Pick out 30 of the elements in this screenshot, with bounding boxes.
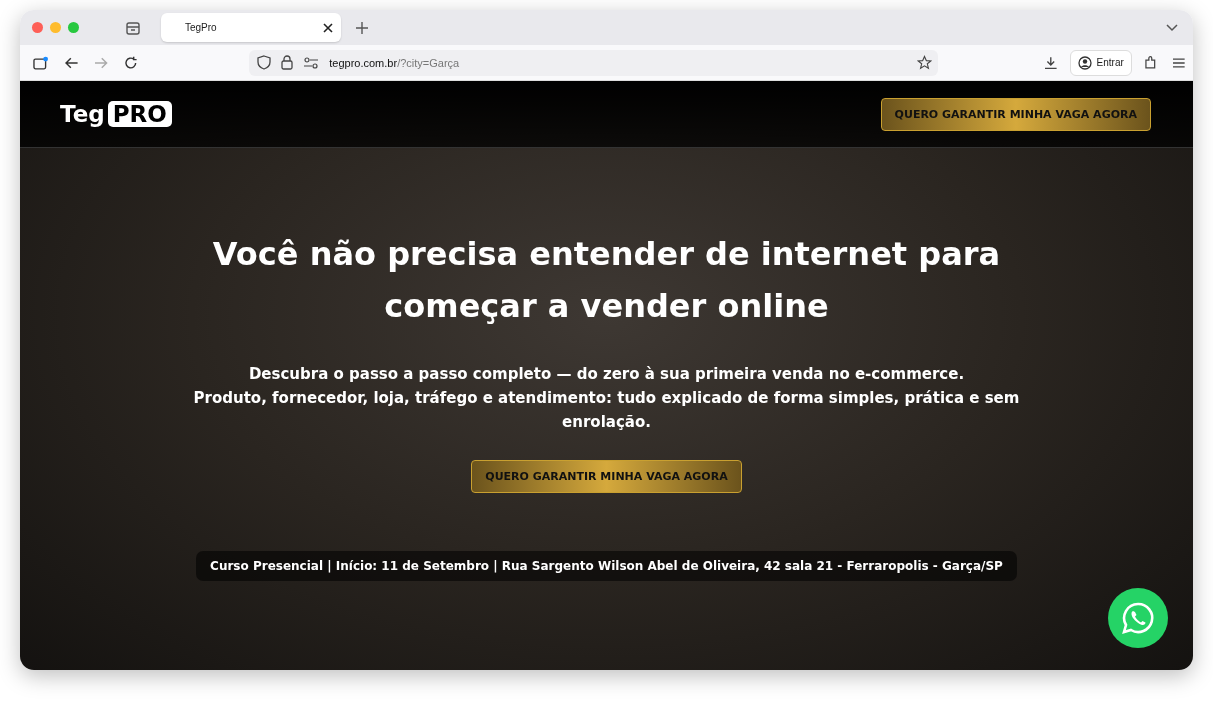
new-tab-icon[interactable] — [355, 20, 369, 35]
sign-in-button[interactable]: Entrar — [1069, 49, 1132, 76]
address-bar[interactable]: tegpro.com.br/?city=Garça — [249, 49, 938, 76]
whatsapp-chat-button[interactable] — [1108, 588, 1168, 648]
puzzle-icon[interactable] — [1143, 55, 1158, 70]
close-icon[interactable] — [323, 22, 333, 33]
hero-headline: Você não precisa entender de internet para começar a vender online — [211, 234, 1002, 327]
reload-icon[interactable] — [123, 55, 138, 70]
minimize-window-dot[interactable] — [50, 22, 61, 33]
back-arrow-icon[interactable] — [64, 56, 79, 69]
shield-icon — [257, 55, 272, 70]
hero-subtitle: Descubra o passo a passo completo — do zero à sua primeira venda no e-commerce. Produto, fornecedor, loja, tráfego e atendimento: tudo explicado de forma simples, prática e sem enrolação. — [192, 364, 1021, 433]
logo: Teg PRO — [60, 101, 172, 127]
star-icon[interactable] — [917, 55, 932, 70]
close-window-dot[interactable] — [32, 22, 43, 33]
chevron-down-icon[interactable] — [1165, 22, 1179, 33]
course-info-banner: Curso Presencial | Início: 11 de Setembro | Rua Sargento Wilson Abel de Oliveira, 42 sala 21 - Ferraropolis - Garça/SP — [196, 551, 1017, 581]
lock-icon — [281, 55, 294, 70]
cta-button[interactable]: QUERO GARANTIR MINHA VAGA AGORA — [471, 460, 742, 493]
menu-icon[interactable] — [1173, 57, 1186, 68]
cta-button[interactable]: QUERO GARANTIR MINHA VAGA AGORA — [880, 97, 1151, 131]
maximize-window-dot[interactable] — [68, 22, 79, 33]
browser-tab[interactable]: TegPro — [161, 13, 341, 42]
sidebar-icon[interactable] — [33, 55, 49, 70]
archive-box-icon[interactable] — [125, 19, 141, 36]
user-account-icon — [1077, 55, 1092, 70]
url-text: tegpro.com.br/?city=Garça — [329, 56, 460, 69]
chat-bubble-phone-icon — [1120, 600, 1156, 636]
download-icon[interactable] — [1044, 55, 1058, 70]
sliders-icon — [303, 56, 320, 69]
